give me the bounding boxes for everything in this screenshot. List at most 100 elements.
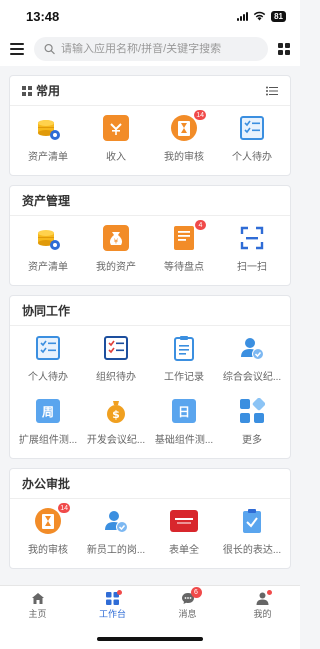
section-collab: 协同工作 个人待办 组织待办 工作记录 综合会议纪... 周 扩展组件测... … xyxy=(9,295,291,459)
dollar-bag-icon: $ xyxy=(102,397,130,425)
badge-count: 4 xyxy=(194,219,207,231)
app-label: 我的资产 xyxy=(96,262,136,273)
tab-messages[interactable]: 6 消息 xyxy=(150,586,225,626)
status-time: 13:48 xyxy=(26,8,60,24)
week-icon: 周 xyxy=(34,397,62,425)
tab-mine[interactable]: 我的 xyxy=(225,586,300,626)
app-label: 工作记录 xyxy=(164,372,204,383)
app-label: 综合会议纪... xyxy=(222,372,282,383)
app-personal-todo[interactable]: 个人待办 xyxy=(14,334,82,389)
status-icons: 81 xyxy=(237,10,286,22)
tab-label: 我的 xyxy=(253,609,272,619)
todo-list-icon xyxy=(34,334,62,362)
checklist-icon xyxy=(102,334,130,362)
svg-text:$: $ xyxy=(112,408,120,421)
top-bar xyxy=(0,32,300,66)
section-common: 常用 资产清单 收入 14 我的审核 个人待办 xyxy=(9,75,291,176)
app-dev-meeting[interactable]: $ 开发会议纪... xyxy=(82,397,150,452)
main-content: 常用 资产清单 收入 14 我的审核 个人待办 资产管理 资产清单 ¥ 我的资产… xyxy=(0,66,300,585)
grid-small-icon xyxy=(22,85,32,96)
app-basic-test[interactable]: 日 基础组件测... xyxy=(150,397,218,452)
app-label: 资产清单 xyxy=(28,262,68,273)
signal-icon xyxy=(237,11,249,21)
income-icon xyxy=(102,114,130,142)
tab-home[interactable]: 主页 xyxy=(0,586,75,626)
app-label: 组织待办 xyxy=(96,372,136,383)
list-icon[interactable] xyxy=(266,86,278,96)
section-title: 常用 xyxy=(22,82,60,99)
app-label: 表单全 xyxy=(169,545,199,556)
day-glyph: 日 xyxy=(177,404,190,419)
tab-label: 消息 xyxy=(178,609,197,619)
app-label: 个人待办 xyxy=(232,152,272,163)
app-asset-list[interactable]: 资产清单 xyxy=(14,224,82,279)
app-label: 扩展组件测... xyxy=(18,435,78,446)
app-label: 很长的表达... xyxy=(222,545,282,556)
app-label: 资产清单 xyxy=(28,152,68,163)
home-icon xyxy=(31,593,44,604)
app-label: 扫一扫 xyxy=(237,262,267,273)
notification-dot xyxy=(267,590,272,595)
app-income[interactable]: 收入 xyxy=(82,114,150,169)
badge-count: 14 xyxy=(193,109,207,121)
week-glyph: 周 xyxy=(41,404,54,419)
menu-icon[interactable] xyxy=(10,43,24,55)
app-my-review[interactable]: 14 我的审核 xyxy=(150,109,218,169)
app-label: 新员工的岗... xyxy=(86,545,146,556)
app-my-review[interactable]: 14 我的审核 xyxy=(14,502,82,562)
more-apps-icon xyxy=(238,397,266,425)
tab-workbench[interactable]: 工作台 xyxy=(75,586,150,626)
badge-count: 14 xyxy=(57,502,71,514)
app-label: 等待盘点 xyxy=(164,262,204,273)
app-org-todo[interactable]: 组织待办 xyxy=(82,334,150,389)
bottom-tab-bar: 主页 工作台 6 消息 我的 xyxy=(0,585,300,649)
search-input[interactable] xyxy=(61,43,258,55)
section-header: 办公审批 xyxy=(10,475,290,499)
app-general-meeting[interactable]: 综合会议纪... xyxy=(218,334,286,389)
app-long-form[interactable]: 很长的表达... xyxy=(218,507,286,562)
clipboard-icon xyxy=(170,334,198,362)
day-icon: 日 xyxy=(170,397,198,425)
section-title: 协同工作 xyxy=(22,304,71,318)
app-extension-test[interactable]: 周 扩展组件测... xyxy=(14,397,82,452)
status-bar: 13:48 81 xyxy=(0,0,300,32)
app-personal-todo[interactable]: 个人待办 xyxy=(218,114,286,169)
battery-icon: 81 xyxy=(271,10,286,22)
app-label: 我的审核 xyxy=(164,152,204,163)
section-office: 办公审批 14 我的审核 新员工的岗... 表单全 很长的表达... xyxy=(9,468,291,569)
svg-text:¥: ¥ xyxy=(114,238,119,246)
app-new-employee[interactable]: 新员工的岗... xyxy=(82,507,150,562)
section-header: 资产管理 xyxy=(10,192,290,216)
section-header: 协同工作 xyxy=(10,302,290,326)
coins-gear-icon xyxy=(34,114,62,142)
section-assets: 资产管理 资产清单 ¥ 我的资产 4 等待盘点 扫一扫 xyxy=(9,185,291,286)
section-header: 常用 xyxy=(10,82,290,106)
app-pending-inventory[interactable]: 4 等待盘点 xyxy=(150,219,218,279)
search-bar[interactable] xyxy=(34,37,268,61)
app-form-all[interactable]: 表单全 xyxy=(150,507,218,562)
document-icon: 4 xyxy=(170,219,207,252)
search-icon xyxy=(44,43,55,55)
app-scan[interactable]: 扫一扫 xyxy=(218,224,286,279)
app-my-assets[interactable]: ¥ 我的资产 xyxy=(82,224,150,279)
app-more[interactable]: 更多 xyxy=(218,397,286,452)
hourglass-review-icon: 14 xyxy=(170,109,207,142)
user-check-icon xyxy=(102,507,130,535)
messages-badge: 6 xyxy=(190,587,202,598)
wifi-icon xyxy=(253,11,266,21)
app-work-log[interactable]: 工作记录 xyxy=(150,334,218,389)
section-title: 资产管理 xyxy=(22,194,71,208)
section-title: 办公审批 xyxy=(22,477,71,491)
app-label: 开发会议纪... xyxy=(86,435,146,446)
home-indicator xyxy=(97,637,203,641)
app-asset-list[interactable]: 资产清单 xyxy=(14,114,82,169)
tab-label: 主页 xyxy=(28,609,47,619)
hourglass-review-icon: 14 xyxy=(34,502,71,535)
app-label: 更多 xyxy=(242,435,262,446)
coins-gear-icon xyxy=(34,224,62,252)
app-label: 个人待办 xyxy=(28,372,68,383)
tab-label: 工作台 xyxy=(98,609,126,619)
user-check-icon xyxy=(238,334,266,362)
money-bag-icon: ¥ xyxy=(102,224,130,252)
apps-grid-icon[interactable] xyxy=(278,43,290,55)
